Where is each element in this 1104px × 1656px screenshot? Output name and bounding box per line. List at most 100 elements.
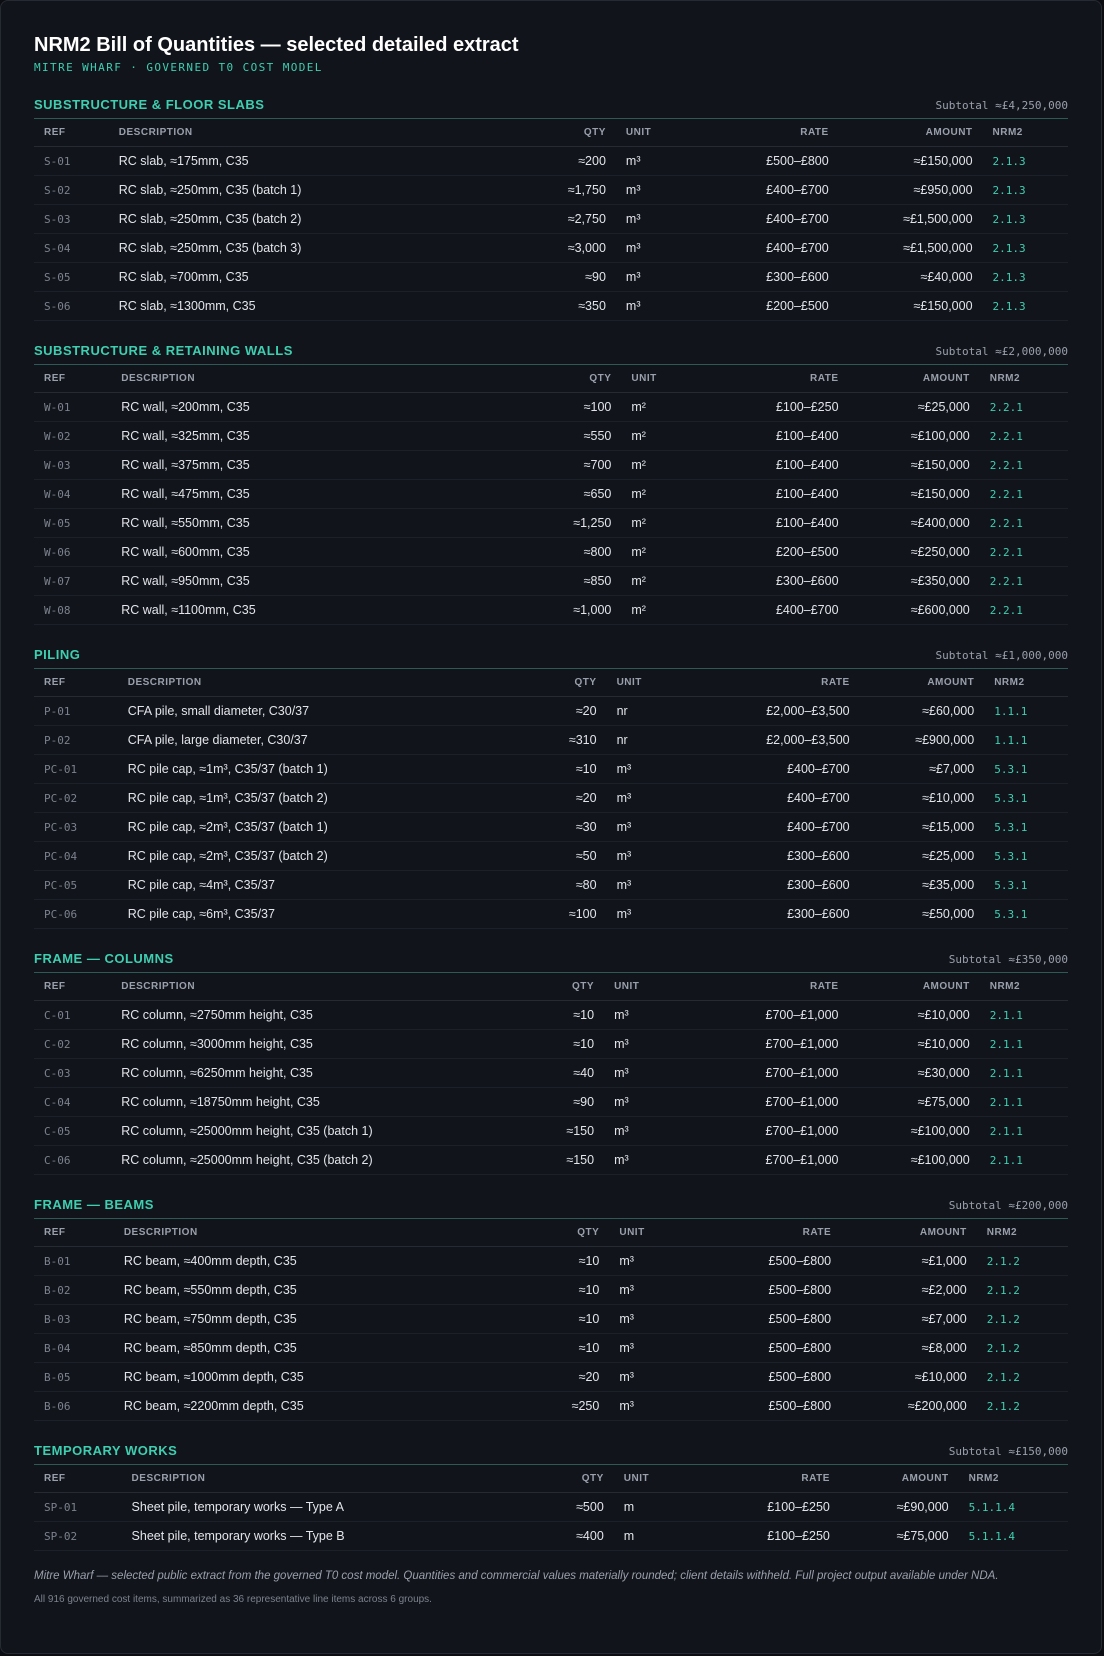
cell-unit: m³ <box>615 262 706 292</box>
cell-amount: ≈£40,000 <box>838 262 983 292</box>
cell-rate: £700–£1,000 <box>694 1145 849 1175</box>
cell-amount: ≈£7,000 <box>859 754 985 784</box>
cell-unit: m³ <box>609 1246 700 1276</box>
cell-rate: £500–£800 <box>699 1333 842 1363</box>
section: SUBSTRUCTURE & RETAINING WALLS Subtotal ≈… <box>34 343 1068 625</box>
cell-description: RC pile cap, ≈4m³, C35/37 <box>117 870 532 900</box>
cell-amount: ≈£10,000 <box>848 1000 980 1030</box>
column-header-nrm2: NRM2 <box>976 1219 1068 1247</box>
line-items-table: REF DESCRIPTION QTY UNIT RATE AMOUNT NRM2 SP-01… <box>34 1465 1068 1551</box>
table-row: B-04 RC beam, ≈850mm depth, C35 ≈10 m³ £500–… <box>34 1333 1068 1363</box>
column-header-rate: RATE <box>711 365 849 393</box>
cell-qty: ≈310 <box>531 725 607 755</box>
column-header-description: DESCRIPTION <box>108 119 523 147</box>
cell-nrm2: 5.3.1 <box>984 870 1068 900</box>
column-header-ref: REF <box>34 1219 114 1247</box>
table-header-row: REF DESCRIPTION QTY UNIT RATE AMOUNT NRM2 <box>34 365 1068 393</box>
cell-description: RC beam, ≈1000mm depth, C35 <box>113 1362 528 1392</box>
cell-description: RC pile cap, ≈1m³, C35/37 (batch 1) <box>117 754 532 784</box>
table-row: W-08 RC wall, ≈1100mm, C35 ≈1,000 m² £400–£7… <box>34 595 1068 625</box>
cell-nrm2: 2.1.3 <box>982 262 1068 292</box>
cell-ref: S-03 <box>34 204 109 234</box>
column-header-amount: AMOUNT <box>848 973 980 1001</box>
column-header-amount: AMOUNT <box>839 1465 959 1493</box>
cell-qty: ≈650 <box>524 479 622 509</box>
cell-nrm2: 2.1.1 <box>979 1116 1068 1146</box>
cell-rate: £200–£500 <box>705 291 839 321</box>
cell-unit: m <box>613 1521 704 1551</box>
section-title: SUBSTRUCTURE & FLOOR SLABS <box>34 97 265 112</box>
column-header-nrm2: NRM2 <box>979 365 1068 393</box>
cell-description: RC beam, ≈550mm depth, C35 <box>113 1275 528 1305</box>
cell-description: RC column, ≈18750mm height, C35 <box>111 1087 525 1117</box>
column-header-qty: QTY <box>524 973 605 1001</box>
cell-nrm2: 5.3.1 <box>984 841 1068 871</box>
cell-unit: m³ <box>604 1087 695 1117</box>
cell-ref: S-05 <box>34 262 109 292</box>
summary-note: All 916 governed cost items, summarized … <box>34 1594 432 1605</box>
cell-nrm2: 2.2.1 <box>979 595 1068 625</box>
cell-amount: ≈£150,000 <box>838 146 983 176</box>
table-row: B-01 RC beam, ≈400mm depth, C35 ≈10 m³ £500–… <box>34 1246 1068 1276</box>
column-header-ref: REF <box>34 1465 122 1493</box>
cell-unit: m² <box>621 421 712 451</box>
cell-ref: P-02 <box>34 725 118 755</box>
cell-rate: £700–£1,000 <box>694 1116 849 1146</box>
cell-ref: W-01 <box>34 392 112 422</box>
cell-unit: m³ <box>609 1333 700 1363</box>
table-header-row: REF DESCRIPTION QTY UNIT RATE AMOUNT NRM2 <box>34 1219 1068 1247</box>
cell-ref: C-02 <box>34 1029 112 1059</box>
column-header-nrm2: NRM2 <box>979 973 1068 1001</box>
cell-nrm2: 1.1.1 <box>984 696 1068 726</box>
cell-description: CFA pile, large diameter, C30/37 <box>117 725 532 755</box>
cell-description: RC pile cap, ≈1m³, C35/37 (batch 2) <box>117 783 532 813</box>
cell-amount: ≈£25,000 <box>859 841 985 871</box>
cell-nrm2: 5.3.1 <box>984 812 1068 842</box>
cell-nrm2: 2.1.1 <box>979 1087 1068 1117</box>
cell-ref: P-01 <box>34 696 118 726</box>
column-header-ref: REF <box>34 669 118 697</box>
cell-rate: £300–£600 <box>696 899 860 929</box>
table-row: W-04 RC wall, ≈475mm, C35 ≈650 m² £100–£400 ≈… <box>34 479 1068 509</box>
line-items-table: REF DESCRIPTION QTY UNIT RATE AMOUNT NRM2 B-01 R… <box>34 1219 1068 1421</box>
cell-unit: m² <box>621 479 712 509</box>
cell-ref: C-01 <box>34 1000 112 1030</box>
table-header-row: REF DESCRIPTION QTY UNIT RATE AMOUNT NRM2 <box>34 1465 1068 1493</box>
cell-description: RC column, ≈3000mm height, C35 <box>111 1029 525 1059</box>
cell-description: RC slab, ≈250mm, C35 (batch 3) <box>108 233 523 263</box>
cell-unit: nr <box>606 696 697 726</box>
cell-qty: ≈30 <box>531 812 607 842</box>
cell-amount: ≈£100,000 <box>848 421 980 451</box>
cell-rate: £300–£600 <box>696 870 860 900</box>
cell-description: RC column, ≈2750mm height, C35 <box>111 1000 525 1030</box>
cell-qty: ≈20 <box>527 1362 610 1392</box>
cell-description: RC column, ≈25000mm height, C35 (batch 2… <box>111 1145 525 1175</box>
cell-rate: £100–£400 <box>711 508 849 538</box>
section-header: FRAME — BEAMS Subtotal ≈£200,000 <box>34 1197 1068 1219</box>
cell-qty: ≈10 <box>527 1333 610 1363</box>
section-header: SUBSTRUCTURE & FLOOR SLABS Subtotal ≈£4,2… <box>34 97 1068 119</box>
cell-description: RC slab, ≈250mm, C35 (batch 2) <box>108 204 523 234</box>
cell-nrm2: 2.1.1 <box>979 1058 1068 1088</box>
column-header-qty: QTY <box>522 119 616 147</box>
cell-rate: £500–£800 <box>699 1246 842 1276</box>
table-row: S-01 RC slab, ≈175mm, C35 ≈200 m³ £500–£800 ≈… <box>34 146 1068 176</box>
cell-nrm2: 5.1.1.4 <box>958 1492 1068 1522</box>
sections-container: SUBSTRUCTURE & FLOOR SLABS Subtotal ≈£4,2… <box>34 97 1068 1551</box>
cell-description: RC wall, ≈375mm, C35 <box>111 450 525 480</box>
cell-qty: ≈10 <box>527 1304 610 1334</box>
cell-qty: ≈1,000 <box>524 595 622 625</box>
cell-amount: ≈£10,000 <box>848 1029 980 1059</box>
cell-ref: W-04 <box>34 479 112 509</box>
table-row: C-03 RC column, ≈6250mm height, C35 ≈40 m³ £… <box>34 1058 1068 1088</box>
cell-ref: W-02 <box>34 421 112 451</box>
cell-ref: C-06 <box>34 1145 112 1175</box>
cell-unit: m³ <box>604 1145 695 1175</box>
cell-nrm2: 2.2.1 <box>979 508 1068 538</box>
cell-description: RC column, ≈25000mm height, C35 (batch 1… <box>111 1116 525 1146</box>
cell-ref: PC-05 <box>34 870 118 900</box>
section-title: TEMPORARY WORKS <box>34 1443 178 1458</box>
cell-ref: PC-03 <box>34 812 118 842</box>
cell-amount: ≈£35,000 <box>859 870 985 900</box>
table-row: C-02 RC column, ≈3000mm height, C35 ≈10 m³ £… <box>34 1029 1068 1059</box>
